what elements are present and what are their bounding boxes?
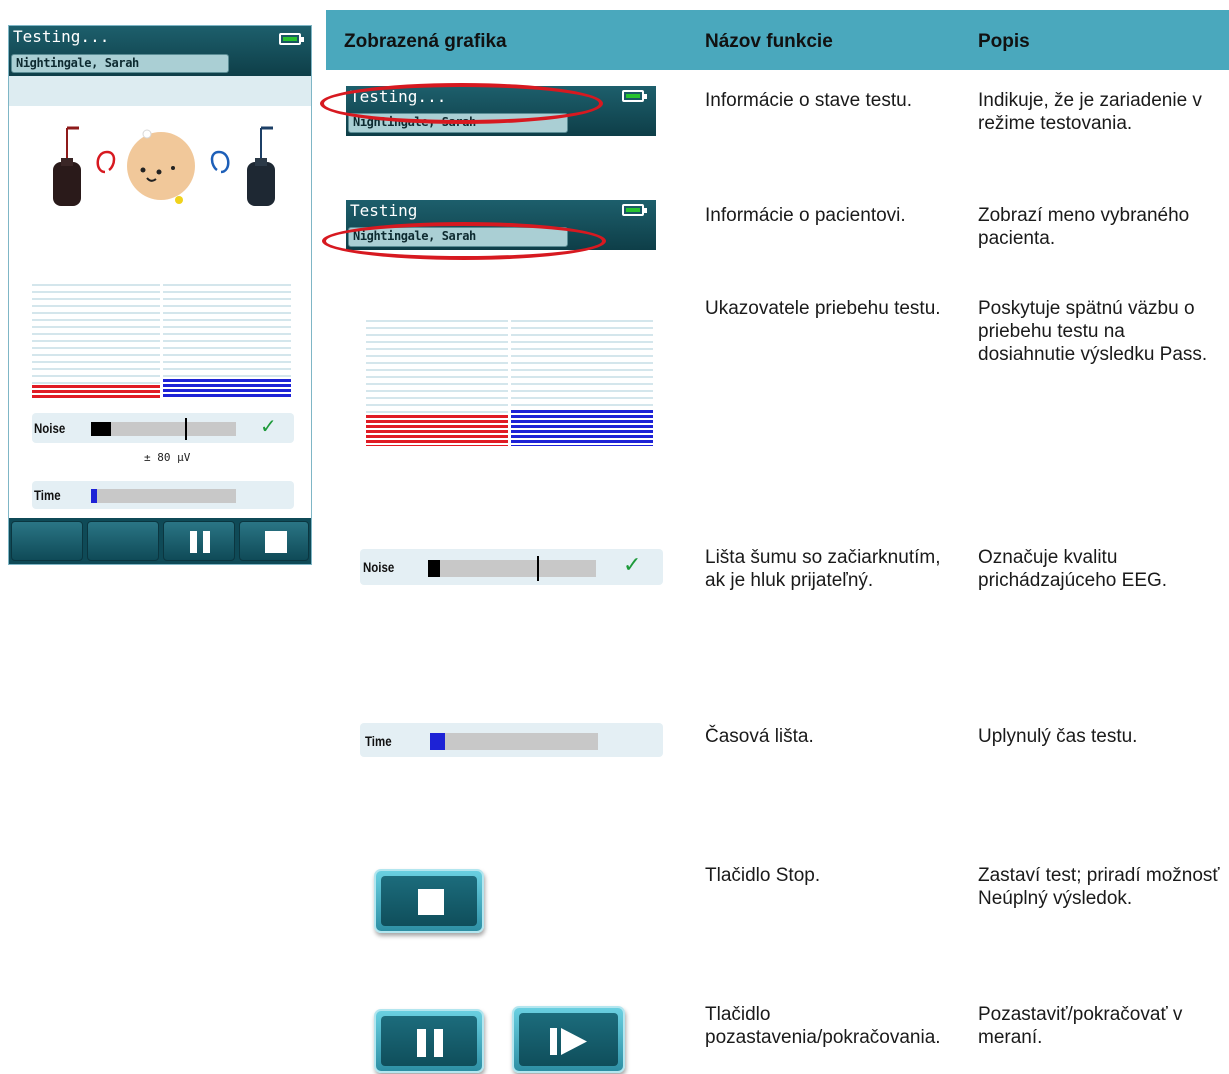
row-4-description: Označuje kvalitu prichádzajúceho EEG. xyxy=(978,547,1168,591)
left-progress-indicator xyxy=(366,320,508,446)
left-progress-fill xyxy=(366,415,508,446)
right-progress-fill xyxy=(511,410,653,446)
row-3-description: Poskytuje spätnú väzbu o priebehu testu … xyxy=(978,298,1208,365)
battery-icon xyxy=(622,204,647,216)
status-title: Testing... xyxy=(13,27,110,46)
time-label: Time xyxy=(365,733,392,749)
right-ear-icon xyxy=(210,150,230,174)
row-7-description: Pozastaviť/pokračovať v meraní. xyxy=(978,1004,1183,1048)
pause-icon xyxy=(417,1029,426,1057)
time-progress-fill xyxy=(430,733,446,750)
stop-button[interactable] xyxy=(374,869,484,933)
row-2-function: Informácie o pacientovi. xyxy=(705,205,906,226)
check-icon: ✓ xyxy=(623,552,642,577)
header-description: Popis xyxy=(978,31,1030,52)
time-bar xyxy=(91,489,236,503)
left-probe-icon xyxy=(53,126,81,206)
blank-button[interactable] xyxy=(11,521,83,561)
resume-button[interactable] xyxy=(512,1006,625,1073)
screen-header: Testing... Nightingale, Sarah xyxy=(9,26,311,76)
patient-name: Nightingale, Sarah xyxy=(11,54,229,73)
time-panel: Time xyxy=(360,723,663,757)
noise-bar xyxy=(428,556,596,581)
time-bar xyxy=(430,733,598,750)
battery-icon xyxy=(622,90,647,102)
noise-panel: Noise ✓ xyxy=(360,549,663,585)
pause-button[interactable] xyxy=(163,521,235,561)
left-ear-icon xyxy=(96,150,116,174)
pause-button[interactable] xyxy=(374,1009,484,1073)
noise-threshold-marker xyxy=(185,418,187,440)
right-progress-fill xyxy=(163,379,291,399)
row-7-function: Tlačidlo pozastavenia/pokračovania. xyxy=(705,1004,941,1048)
noise-threshold-marker xyxy=(537,556,539,581)
noise-panel: Noise ✓ xyxy=(32,413,294,443)
button-bar xyxy=(9,518,311,564)
row-4-function: Lišta šumu so začiarknutím, ak je hluk p… xyxy=(705,547,941,591)
row-1-function: Informácie o stave testu. xyxy=(705,90,912,111)
ear-probes-illustration xyxy=(53,126,275,206)
check-icon: ✓ xyxy=(260,416,277,438)
blank-button[interactable] xyxy=(87,521,159,561)
noise-level-fill xyxy=(428,560,440,577)
status-title: Testing xyxy=(350,201,418,220)
left-progress-indicator xyxy=(32,284,160,399)
row-6-description: Zastaví test; priradí možnosť Neúplný vý… xyxy=(978,865,1220,909)
info-strip xyxy=(9,76,311,106)
time-progress-fill xyxy=(91,489,97,503)
right-probe-icon xyxy=(247,126,275,206)
noise-level-fill xyxy=(91,422,112,436)
row-1-description: Indikuje, že je zariadenie v režime test… xyxy=(978,90,1202,134)
highlight-ring xyxy=(320,83,603,124)
header-function-name: Názov funkcie xyxy=(705,31,833,52)
stop-button[interactable] xyxy=(239,521,309,561)
noise-label: Noise xyxy=(34,420,66,436)
time-label: Time xyxy=(34,487,61,503)
battery-icon xyxy=(279,33,304,45)
noise-label: Noise xyxy=(363,559,395,575)
noise-value: ± 80 µV xyxy=(144,451,191,464)
device-screen: Testing... Nightingale, Sarah Noise ✓ ± … xyxy=(8,25,312,565)
row-2-description: Zobrazí meno vybraného pacienta. xyxy=(978,205,1190,249)
row-6-function: Tlačidlo Stop. xyxy=(705,865,821,886)
header-graphic: Zobrazená grafika xyxy=(344,31,507,52)
row-5-description: Uplynulý čas testu. xyxy=(978,726,1138,747)
right-progress-indicator xyxy=(511,320,653,446)
left-progress-fill xyxy=(32,385,160,399)
stop-icon xyxy=(418,889,444,915)
row-3-function: Ukazovatele priebehu testu. xyxy=(705,298,941,319)
time-panel: Time xyxy=(32,481,294,509)
right-progress-indicator xyxy=(163,284,291,399)
row-5-function: Časová lišta. xyxy=(705,726,814,747)
noise-bar xyxy=(91,418,236,440)
stop-icon xyxy=(265,531,287,553)
pause-icon xyxy=(190,531,197,553)
resume-icon xyxy=(550,1028,557,1055)
baby-face-icon xyxy=(127,129,195,204)
highlight-ring xyxy=(322,222,606,260)
